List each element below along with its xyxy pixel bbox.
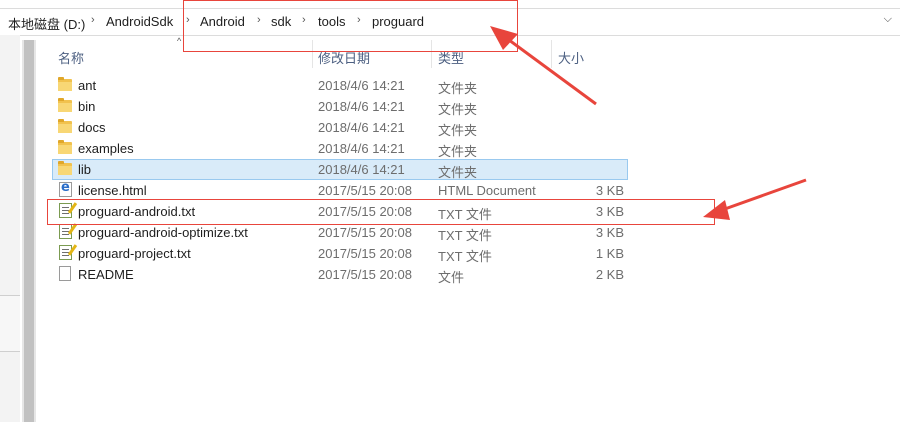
annotation-arrow-icon — [490, 26, 597, 106]
annotation-arrows — [490, 26, 807, 220]
annotation-arrow-icon — [703, 178, 807, 220]
